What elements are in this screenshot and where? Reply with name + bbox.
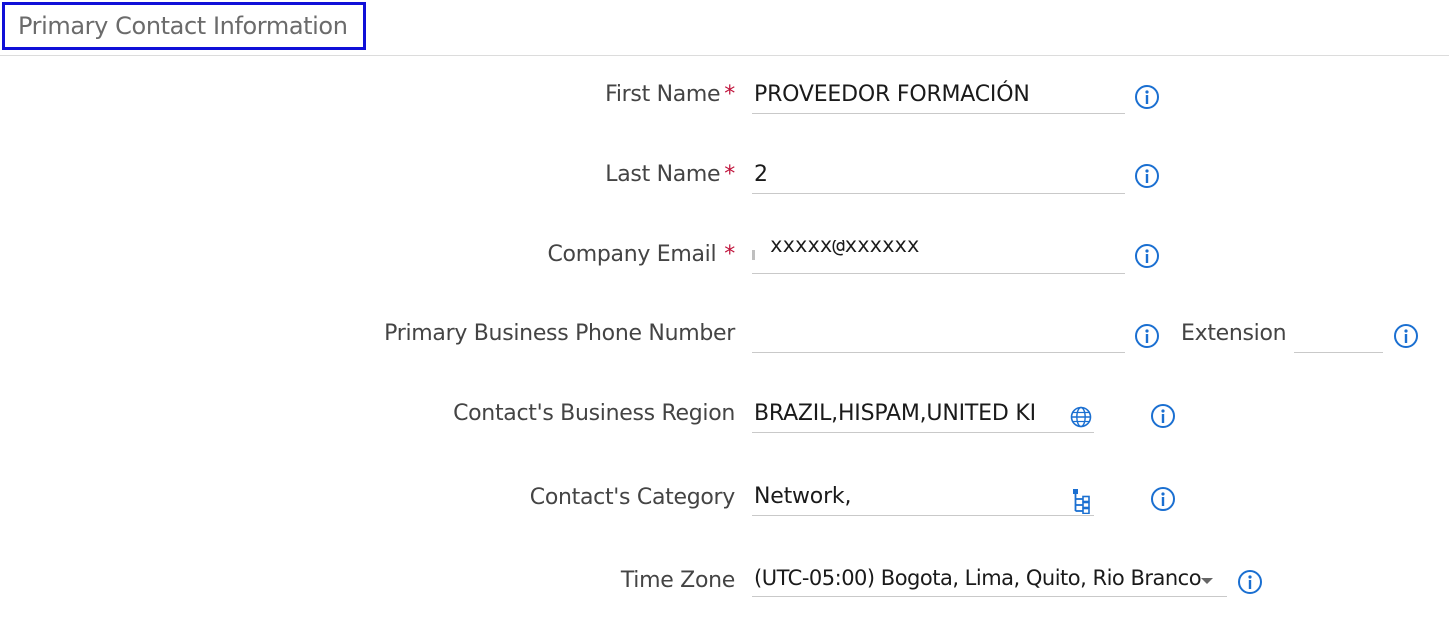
category-value: Network, bbox=[754, 484, 852, 509]
first-name-input[interactable]: PROVEEDOR FORMACIÓN bbox=[752, 80, 1125, 114]
category-input[interactable]: Network, bbox=[752, 482, 1094, 516]
required-marker: * bbox=[724, 82, 735, 107]
first-name-value: PROVEEDOR FORMACIÓN bbox=[754, 82, 1030, 107]
phone-info-icon[interactable] bbox=[1134, 323, 1160, 349]
business-region-info-icon[interactable] bbox=[1150, 403, 1176, 429]
required-marker: * bbox=[724, 162, 735, 187]
time-zone-info-icon[interactable] bbox=[1237, 569, 1263, 595]
phone-input[interactable] bbox=[752, 319, 1125, 353]
section-title: Primary Contact Information bbox=[2, 2, 366, 50]
last-name-input[interactable]: 2 bbox=[752, 160, 1125, 194]
business-region-value: BRAZIL,HISPAM,UNITED KI bbox=[754, 401, 1036, 426]
time-zone-label: Time Zone bbox=[620, 568, 735, 593]
company-email-label: Company Email * bbox=[547, 242, 736, 267]
tree-icon[interactable] bbox=[1070, 488, 1094, 514]
phone-label: Primary Business Phone Number bbox=[384, 321, 735, 346]
last-name-label: Last Name * bbox=[605, 162, 735, 187]
last-name-info-icon[interactable] bbox=[1134, 163, 1160, 189]
extension-info-icon[interactable] bbox=[1393, 323, 1419, 349]
last-name-value: 2 bbox=[754, 162, 768, 187]
business-region-label: Contact's Business Region bbox=[453, 401, 735, 426]
caret-down-icon[interactable] bbox=[1199, 574, 1215, 586]
first-name-info-icon[interactable] bbox=[1134, 84, 1160, 110]
company-email-input[interactable]: xxxxx@xxxxxx bbox=[752, 240, 1125, 274]
company-email-value: xxxxx@xxxxxx bbox=[770, 240, 920, 257]
globe-icon[interactable] bbox=[1069, 405, 1093, 429]
company-email-info-icon[interactable] bbox=[1134, 243, 1160, 269]
first-name-label: First Name * bbox=[605, 82, 735, 107]
extension-label: Extension bbox=[1181, 321, 1287, 346]
business-region-input[interactable]: BRAZIL,HISPAM,UNITED KI bbox=[752, 399, 1094, 433]
required-marker: * bbox=[724, 242, 735, 267]
extension-input[interactable] bbox=[1294, 319, 1383, 353]
category-label: Contact's Category bbox=[529, 485, 736, 510]
section-header: Primary Contact Information bbox=[0, 0, 1449, 56]
time-zone-select[interactable]: (UTC-05:00) Bogota, Lima, Quito, Rio Bra… bbox=[752, 563, 1227, 597]
time-zone-value: (UTC-05:00) Bogota, Lima, Quito, Rio Bra… bbox=[754, 566, 1202, 590]
category-info-icon[interactable] bbox=[1150, 486, 1176, 512]
